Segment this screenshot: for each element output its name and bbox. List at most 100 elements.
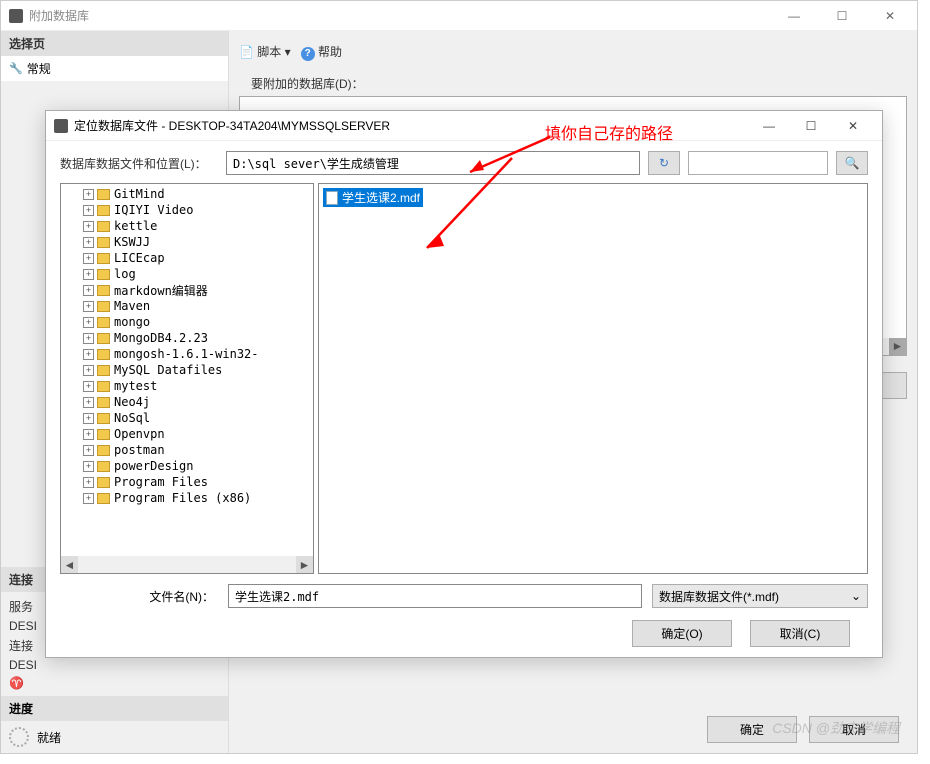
- tree-item[interactable]: + NoSql: [63, 410, 311, 426]
- expand-icon[interactable]: +: [83, 253, 94, 264]
- tree-item[interactable]: + MySQL Datafiles: [63, 362, 311, 378]
- folder-icon: [97, 381, 110, 392]
- expand-icon[interactable]: +: [83, 381, 94, 392]
- expand-icon[interactable]: +: [83, 397, 94, 408]
- folder-icon: [97, 189, 110, 200]
- parent-titlebar[interactable]: 附加数据库 — ☐ ✕: [1, 1, 917, 31]
- expand-icon[interactable]: +: [83, 189, 94, 200]
- filename-label: 文件名(N)：: [60, 588, 218, 605]
- spinner-icon: [9, 727, 29, 747]
- expand-icon[interactable]: +: [83, 365, 94, 376]
- filetype-dropdown[interactable]: 数据库数据文件(*.mdf) ⌄: [652, 584, 868, 608]
- refresh-button[interactable]: ↻: [648, 151, 680, 175]
- folder-icon: [97, 413, 110, 424]
- tree-item-label: KSWJJ: [114, 235, 150, 249]
- tree-item[interactable]: + KSWJJ: [63, 234, 311, 250]
- scroll-right-button[interactable]: ►: [296, 556, 313, 573]
- tree-item[interactable]: +Program Files: [63, 474, 311, 490]
- dialog-ok-button[interactable]: 确定(O): [632, 620, 732, 647]
- tree-item[interactable]: +Neo4j: [63, 394, 311, 410]
- tree-item-label: IQIYI Video: [114, 203, 193, 217]
- view-connection-link[interactable]: ♈: [1, 674, 228, 692]
- folder-icon: [97, 397, 110, 408]
- script-dropdown[interactable]: 📄 脚本 ▾: [239, 43, 291, 60]
- tree-horizontal-scrollbar[interactable]: ◄ ►: [61, 556, 313, 573]
- tree-item-label: markdown编辑器: [114, 282, 208, 299]
- tree-item[interactable]: + mytest: [63, 378, 311, 394]
- expand-icon[interactable]: +: [83, 477, 94, 488]
- expand-icon[interactable]: +: [83, 221, 94, 232]
- expand-icon[interactable]: +: [83, 333, 94, 344]
- expand-icon[interactable]: +: [83, 461, 94, 472]
- file-name: 学生选课2.mdf: [342, 189, 420, 206]
- tree-item[interactable]: + markdown编辑器: [63, 282, 311, 298]
- expand-icon[interactable]: +: [83, 317, 94, 328]
- folder-icon: [97, 301, 110, 312]
- tree-item[interactable]: + GitMind: [63, 186, 311, 202]
- folder-icon: [97, 205, 110, 216]
- minimize-button[interactable]: —: [779, 9, 809, 23]
- expand-icon[interactable]: +: [83, 445, 94, 456]
- database-icon: [9, 9, 23, 23]
- tree-item[interactable]: +MongoDB4.2.23: [63, 330, 311, 346]
- expand-icon[interactable]: +: [83, 493, 94, 504]
- folder-icon: [97, 285, 110, 296]
- tree-item-label: GitMind: [114, 187, 165, 201]
- tree-item[interactable]: + mongosh-1.6.1-win32-: [63, 346, 311, 362]
- sidebar-item-label: 常规: [27, 60, 51, 77]
- folder-icon: [97, 253, 110, 264]
- expand-icon[interactable]: +: [83, 285, 94, 296]
- folder-tree[interactable]: + GitMind + IQIYI Video + kettle + KSWJJ+LICEca…: [60, 183, 314, 574]
- dialog-maximize-button[interactable]: ☐: [790, 112, 832, 140]
- expand-icon[interactable]: +: [83, 429, 94, 440]
- location-input[interactable]: [226, 151, 640, 175]
- location-label: 数据库数据文件和位置(L)：: [60, 155, 218, 172]
- tree-item[interactable]: +powerDesign: [63, 458, 311, 474]
- scroll-left-button[interactable]: ◄: [61, 556, 78, 573]
- folder-icon: [97, 461, 110, 472]
- help-link[interactable]: ? 帮助: [301, 43, 342, 61]
- tree-item-label: mongosh-1.6.1-win32-: [114, 347, 259, 361]
- tree-item[interactable]: +Maven: [63, 298, 311, 314]
- parent-window-title: 附加数据库: [29, 7, 779, 24]
- tree-item-label: mongo: [114, 315, 150, 329]
- search-button[interactable]: 🔍: [836, 151, 868, 175]
- tree-item-label: NoSql: [114, 411, 150, 425]
- file-icon: [326, 191, 338, 205]
- watermark: CSDN @劲夫学编程: [772, 718, 900, 738]
- dialog-cancel-button[interactable]: 取消(C): [750, 620, 850, 647]
- folder-icon: [97, 445, 110, 456]
- expand-icon[interactable]: +: [83, 301, 94, 312]
- tree-item[interactable]: +Program Files (x86): [63, 490, 311, 506]
- dialog-close-button[interactable]: ✕: [832, 112, 874, 140]
- expand-icon[interactable]: +: [83, 205, 94, 216]
- tree-item[interactable]: +Openvpn: [63, 426, 311, 442]
- file-list-pane[interactable]: 学生选课2.mdf: [318, 183, 868, 574]
- expand-icon[interactable]: +: [83, 269, 94, 280]
- tree-item-label: MySQL Datafiles: [114, 363, 222, 377]
- filename-input[interactable]: [228, 584, 642, 608]
- maximize-button[interactable]: ☐: [827, 9, 857, 23]
- dialog-titlebar[interactable]: 定位数据库文件 - DESKTOP-34TA204\MYMSSQLSERVER …: [46, 111, 882, 141]
- tree-item[interactable]: + mongo: [63, 314, 311, 330]
- tree-item[interactable]: + IQIYI Video: [63, 202, 311, 218]
- expand-icon[interactable]: +: [83, 237, 94, 248]
- expand-icon[interactable]: +: [83, 349, 94, 360]
- file-item-selected[interactable]: 学生选课2.mdf: [323, 188, 423, 207]
- sidebar-item-general[interactable]: 🔧 常规: [1, 56, 228, 81]
- tree-item[interactable]: + log: [63, 266, 311, 282]
- tree-item[interactable]: + kettle: [63, 218, 311, 234]
- tree-item[interactable]: + postman: [63, 442, 311, 458]
- folder-icon: [97, 429, 110, 440]
- filter-input[interactable]: [688, 151, 828, 175]
- scroll-right-button[interactable]: ►: [889, 338, 906, 355]
- tree-item-label: log: [114, 267, 136, 281]
- expand-icon[interactable]: +: [83, 413, 94, 424]
- tree-item-label: mytest: [114, 379, 157, 393]
- dialog-minimize-button[interactable]: —: [748, 112, 790, 140]
- tree-item-label: kettle: [114, 219, 157, 233]
- tree-item-label: postman: [114, 443, 165, 457]
- progress-status: 就绪: [37, 729, 61, 746]
- tree-item[interactable]: +LICEcap: [63, 250, 311, 266]
- close-button[interactable]: ✕: [875, 9, 905, 23]
